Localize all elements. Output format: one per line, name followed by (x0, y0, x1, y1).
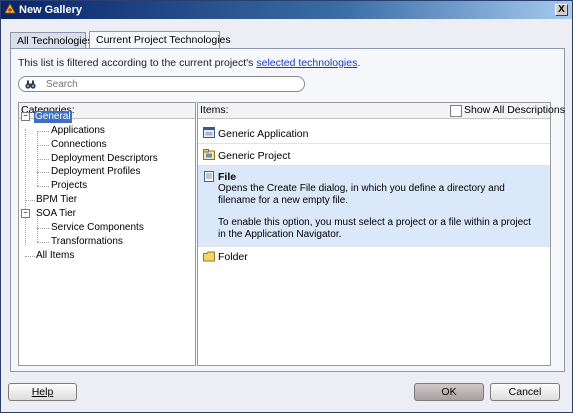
tree-connector (37, 131, 49, 132)
help-button[interactable]: Help (8, 383, 77, 401)
tree-item-service-components[interactable]: Service Components (51, 222, 144, 234)
tree-item-transformations[interactable]: Transformations (51, 236, 123, 248)
item-label: Generic Project (218, 150, 291, 162)
show-all-descriptions-label[interactable]: Show All Descriptions (464, 103, 565, 118)
selected-technologies-link[interactable]: selected technologies (256, 57, 357, 69)
tree-connector (37, 159, 49, 160)
help-button-label: Help (31, 386, 54, 398)
tree-connector (37, 228, 49, 229)
filter-info-suffix: . (357, 57, 361, 69)
collapse-general-icon[interactable]: − (21, 112, 30, 121)
item-label: Generic Application (218, 128, 309, 140)
tree-connector (37, 145, 49, 146)
tab-current-project-technologies[interactable]: Current Project Technologies (89, 31, 231, 48)
search-box[interactable] (18, 76, 305, 92)
item-note: To enable this option, you must select a… (218, 217, 531, 240)
item-description: Opens the Create File dialog, in which y… (218, 183, 505, 206)
tree-connector (25, 129, 26, 245)
window-title: New Gallery (19, 4, 82, 16)
file-icon (204, 171, 214, 182)
items-header: Items: Show All Descriptions (198, 103, 565, 119)
title-bar[interactable]: New Gallery X (1, 1, 572, 19)
tree-item-soa-tier[interactable]: SOA Tier (36, 208, 76, 220)
tree-item-general[interactable]: General (34, 111, 72, 123)
list-item-file[interactable]: File Opens the Create File dialog, in wh… (198, 166, 550, 247)
tree-item-deployment-descriptors[interactable]: Deployment Descriptors (51, 153, 158, 165)
tree-connector (37, 242, 49, 243)
tree-item-deployment-profiles[interactable]: Deployment Profiles (51, 166, 140, 178)
list-item-generic-application[interactable]: Generic Application (198, 123, 550, 144)
tree-connector (37, 172, 49, 173)
new-gallery-dialog: New Gallery X All Technologies Current P… (0, 0, 573, 413)
collapse-soa-tier-icon[interactable]: − (21, 209, 30, 218)
close-button[interactable]: X (555, 4, 568, 16)
search-input[interactable] (46, 78, 296, 90)
tree-item-applications[interactable]: Applications (51, 125, 105, 137)
tree-connector (25, 256, 35, 257)
tab-content-panel: This list is filtered according to the c… (10, 48, 565, 372)
filter-info: This list is filtered according to the c… (18, 57, 360, 69)
project-icon (203, 149, 215, 160)
item-label: Folder (218, 251, 248, 263)
tree-connector (37, 186, 49, 187)
tree-item-projects[interactable]: Projects (51, 180, 87, 192)
categories-pane: Categories: − General Applications Conne… (18, 102, 196, 366)
item-label: File (218, 171, 237, 183)
items-pane: Items: Show All Descriptions Generic App… (197, 102, 565, 366)
tree-item-connections[interactable]: Connections (51, 139, 107, 151)
list-item-folder[interactable]: Folder (198, 247, 550, 267)
tree-connector (25, 200, 35, 201)
tree-item-all-items[interactable]: All Items (36, 250, 74, 262)
cancel-button[interactable]: Cancel (490, 383, 560, 401)
tab-all-technologies[interactable]: All Technologies (10, 32, 93, 48)
jdeveloper-app-icon (4, 3, 16, 14)
ok-button[interactable]: OK (414, 383, 484, 401)
show-all-descriptions-checkbox[interactable] (450, 105, 462, 117)
application-icon (203, 127, 215, 138)
items-header-label: Items: (200, 104, 229, 116)
tree-item-bpm-tier[interactable]: BPM Tier (36, 194, 77, 206)
folder-icon (203, 251, 215, 262)
filter-info-text: This list is filtered according to the c… (18, 57, 254, 69)
list-item-generic-project[interactable]: Generic Project (198, 144, 550, 166)
binoculars-search-icon (25, 80, 36, 89)
